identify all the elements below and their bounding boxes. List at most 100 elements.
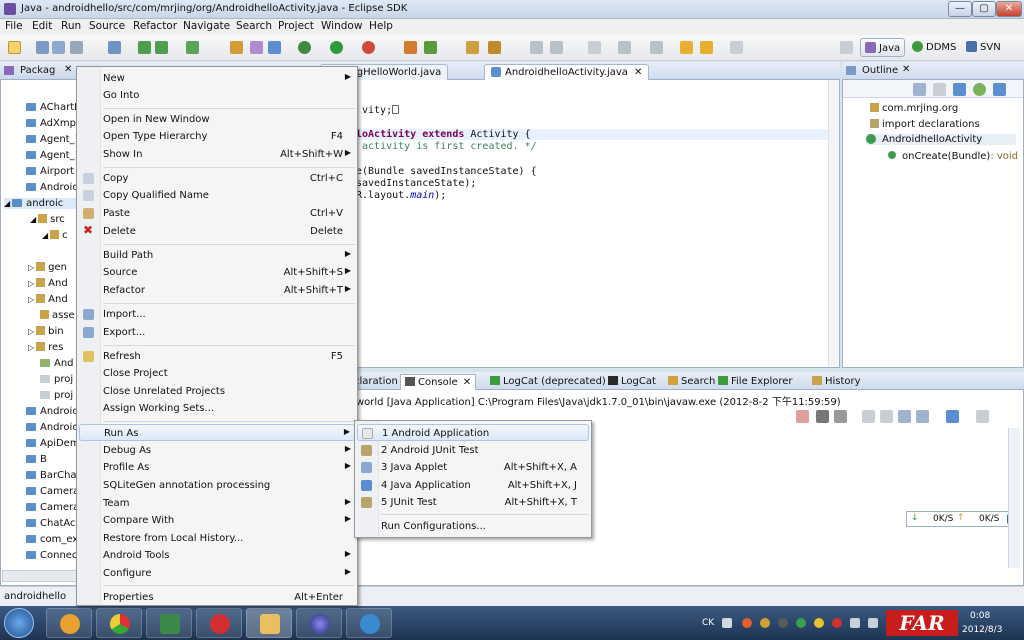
remove-launch-icon[interactable]	[816, 410, 829, 423]
pen-icon[interactable]	[488, 41, 501, 54]
outline-item-selected[interactable]: AndroidhelloActivity	[866, 134, 1016, 145]
hide-fields-icon[interactable]	[933, 83, 946, 96]
tree-item[interactable]: AdXmp	[26, 118, 76, 129]
tab-console[interactable]: Console ✕	[400, 374, 477, 390]
word-wrap-icon[interactable]	[898, 410, 911, 423]
perspective-java[interactable]: Java	[860, 38, 906, 57]
run-icon[interactable]	[330, 41, 343, 54]
overview-ruler[interactable]	[828, 80, 838, 366]
menu-item-new[interactable]: New ▶	[79, 70, 355, 87]
menu-item-source[interactable]: Source Alt+Shift+S ▶	[79, 264, 355, 281]
tree-item[interactable]: Androic	[26, 406, 78, 417]
refresh-icon[interactable]	[424, 41, 437, 54]
menu-item-debug-as[interactable]: Debug As ▶	[79, 442, 355, 459]
network-icon[interactable]	[850, 618, 860, 628]
taskbar-app[interactable]	[146, 608, 192, 638]
menu-item-refactor[interactable]: Refactor Alt+Shift+T ▶	[79, 282, 355, 299]
menu-run[interactable]: Run	[61, 20, 81, 32]
run-junit-test[interactable]: 5 JUnit Test Alt+Shift+X, T	[357, 494, 589, 511]
last-edit-icon[interactable]	[680, 41, 693, 54]
menu-item-build-path[interactable]: Build Path ▶	[79, 247, 355, 264]
menu-search[interactable]: Search	[236, 20, 272, 32]
horizontal-scrollbar[interactable]	[2, 570, 78, 582]
close-tab-icon[interactable]: ✕	[634, 67, 642, 78]
menu-item-run-as[interactable]: Run As ▶	[79, 424, 355, 441]
menu-item-show-in[interactable]: Show In Alt+Shift+W ▶	[79, 146, 355, 163]
forward-icon[interactable]	[730, 41, 743, 54]
taskbar-chrome[interactable]	[96, 608, 142, 638]
tree-item[interactable]: AChartE	[26, 102, 80, 113]
sort-icon[interactable]	[913, 83, 926, 96]
menu-item-configure[interactable]: Configure ▶	[79, 565, 355, 582]
tray-icon[interactable]	[760, 618, 770, 628]
menu-item-compare-with[interactable]: Compare With ▶	[79, 512, 355, 529]
tray-icon[interactable]	[778, 618, 788, 628]
menu-navigate[interactable]: Navigate	[183, 20, 230, 32]
new-class-icon[interactable]	[230, 41, 243, 54]
menu-file[interactable]: File	[5, 20, 23, 32]
tab-file-explorer[interactable]: File Explorer	[714, 374, 797, 390]
save-all-icon[interactable]	[52, 41, 65, 54]
tab-history[interactable]: History	[808, 374, 865, 390]
menu-item-sqlitegen[interactable]: SQLiteGen annotation processing	[79, 477, 355, 494]
maximize-button[interactable]: ▢	[972, 1, 996, 17]
taskbar-eclipse[interactable]	[296, 608, 342, 638]
taskbar-app[interactable]	[46, 608, 92, 638]
tree-item[interactable]: Androic	[26, 182, 78, 193]
outline-item[interactable]: onCreate(Bundle): void	[888, 151, 1018, 162]
back-icon[interactable]	[700, 41, 713, 54]
run-android-junit-test[interactable]: 2 Android JUnit Test	[357, 442, 589, 459]
tree-item[interactable]: ▷ res	[28, 342, 63, 353]
tree-item[interactable]: ▷ bin	[28, 326, 64, 337]
annotation-prev-icon[interactable]	[530, 41, 543, 54]
menu-item-export[interactable]: Export...	[79, 324, 355, 341]
tree-item[interactable]: Connec	[26, 550, 77, 561]
menu-window[interactable]: Window	[321, 20, 362, 32]
prev-annotation-icon[interactable]	[650, 41, 663, 54]
outline-item[interactable]: import declarations	[870, 119, 980, 130]
android-sdk-icon[interactable]	[138, 41, 151, 54]
volume-icon[interactable]	[868, 618, 878, 628]
tab-androidhello-activity[interactable]: AndroidhelloActivity.java ✕	[484, 64, 650, 80]
menu-item-go-into[interactable]: Go Into	[79, 87, 355, 104]
tray-icon[interactable]	[832, 618, 842, 628]
display-console-icon[interactable]	[946, 410, 959, 423]
print-icon[interactable]	[70, 41, 83, 54]
tree-item[interactable]: ▷ And	[28, 294, 68, 305]
next-annotation-icon[interactable]	[618, 41, 631, 54]
menu-item-profile-as[interactable]: Profile As ▶	[79, 459, 355, 476]
menu-source[interactable]: Source	[89, 20, 125, 32]
menu-item-android-tools[interactable]: Android Tools ▶	[79, 547, 355, 564]
menu-item-delete[interactable]: ✖ Delete Delete	[79, 223, 355, 240]
tree-item[interactable]: Airport	[26, 166, 74, 177]
tree-item[interactable]: proj	[40, 374, 73, 385]
menu-item-assign-working-sets[interactable]: Assign Working Sets...	[79, 400, 355, 417]
task-icon[interactable]	[186, 41, 199, 54]
tree-item[interactable]: Camera	[26, 486, 79, 497]
remove-all-icon[interactable]	[834, 410, 847, 423]
menu-item-restore-history[interactable]: Restore from Local History...	[79, 530, 355, 547]
menu-item-properties[interactable]: Properties Alt+Enter	[79, 589, 355, 606]
run-java-applet[interactable]: 3 Java Applet Alt+Shift+X, A	[357, 459, 589, 476]
debug-icon[interactable]	[298, 41, 311, 54]
tree-item[interactable]: ◢ c	[42, 230, 68, 241]
run-android-application[interactable]: 1 Android Application	[357, 424, 589, 441]
tree-item-selected[interactable]: ◢ androic	[4, 198, 78, 209]
tray-icon[interactable]	[814, 618, 824, 628]
tree-item[interactable]: And	[40, 358, 74, 369]
clear-console-icon[interactable]	[862, 410, 875, 423]
menu-item-copy[interactable]: Copy Ctrl+C	[79, 170, 355, 187]
menu-item-team[interactable]: Team ▶	[79, 495, 355, 512]
close-tab-icon[interactable]: ✕	[902, 64, 910, 75]
start-button[interactable]	[4, 608, 34, 638]
tree-item[interactable]: proj	[40, 390, 73, 401]
menu-item-close-unrelated[interactable]: Close Unrelated Projects	[79, 383, 355, 400]
run-java-application[interactable]: 4 Java Application Alt+Shift+X, J	[357, 477, 589, 494]
tree-item[interactable]: ChatAct	[26, 518, 79, 529]
perspective-svn[interactable]: SVN	[962, 38, 1005, 57]
menu-refactor[interactable]: Refactor	[133, 20, 177, 32]
close-tab-icon[interactable]: ✕	[64, 64, 72, 75]
save-icon[interactable]	[36, 41, 49, 54]
scroll-lock-icon[interactable]	[880, 410, 893, 423]
menu-item-close-project[interactable]: Close Project	[79, 365, 355, 382]
